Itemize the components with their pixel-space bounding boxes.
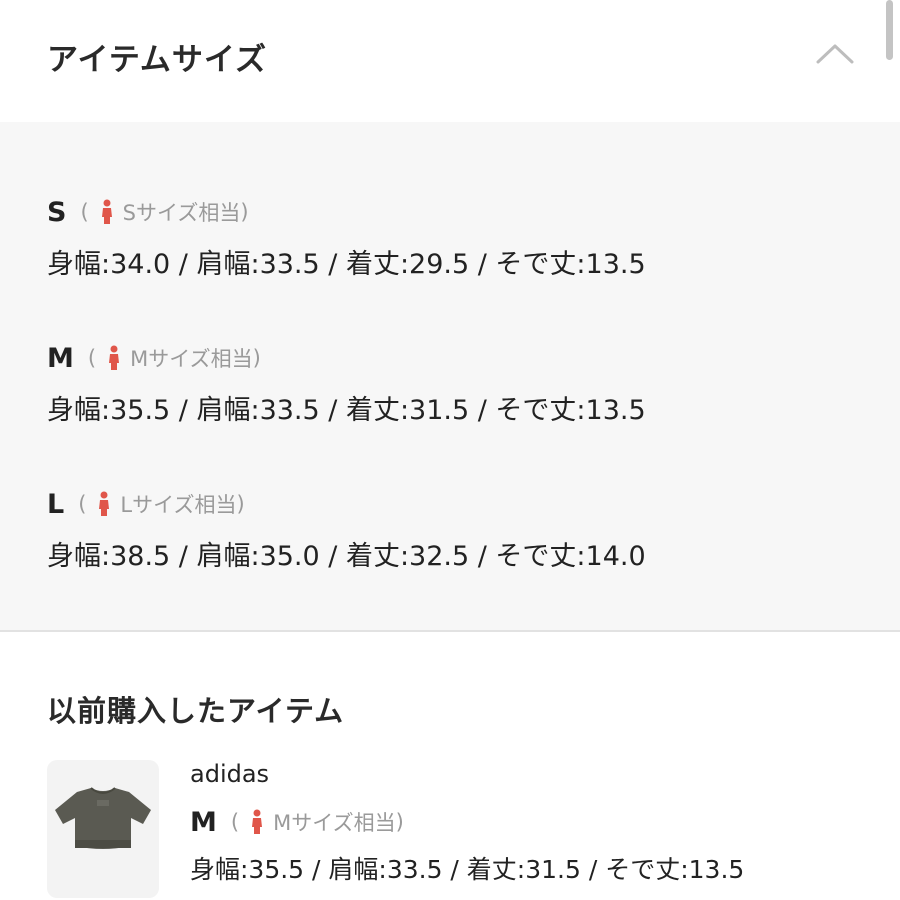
person-icon [109,345,120,370]
open-paren: ( [87,346,97,370]
size-equivalent: ( Sサイズ相当 ) [80,197,249,227]
product-brand: adidas [190,760,270,788]
product-thumbnail[interactable] [47,760,159,898]
previous-measurements: 身幅:35.5 / 肩幅:33.5 / 着丈:31.5 / そで丈:13.5 [190,855,745,884]
size-equivalent-text: Mサイズ相当 [130,347,253,371]
size-row-s: S ( Sサイズ相当 ) 身幅:34.0 / 肩幅:33.5 / 着丈:29.5… [47,192,646,281]
open-paren: ( [230,810,240,834]
size-label: M [190,806,217,838]
size-equivalent-text: Lサイズ相当 [120,493,237,517]
open-paren: ( [80,200,89,224]
previous-size-row: M ( Mサイズ相当 ) [190,802,404,842]
previous-purchase-section: 以前購入したアイテム adidas M ( Mサイズ相当 ) 身幅:35.5 /… [0,632,900,900]
open-paren: ( [78,492,87,516]
size-label: S [47,196,67,228]
person-icon [99,491,110,516]
close-paren: ) [252,346,261,370]
size-equivalent: ( Lサイズ相当 ) [78,489,245,519]
chevron-up-icon[interactable] [812,38,858,68]
previous-purchase-title: 以前購入したアイテム [47,694,345,728]
size-measurements: 身幅:34.0 / 肩幅:33.5 / 着丈:29.5 / そで丈:13.5 [47,249,646,280]
item-size-header[interactable]: アイテムサイズ [0,0,900,122]
size-equivalent: ( Mサイズ相当 ) [231,807,404,837]
crop-top-image [55,787,151,849]
size-equivalent-text: Mサイズ相当 [273,811,396,835]
size-measurements: 身幅:38.5 / 肩幅:35.0 / 着丈:32.5 / そで丈:14.0 [47,541,646,572]
close-paren: ) [240,200,249,224]
size-measurements: 身幅:35.5 / 肩幅:33.5 / 着丈:31.5 / そで丈:13.5 [47,395,646,426]
close-paren: ) [395,810,404,834]
scrollbar[interactable] [886,0,893,60]
size-label: L [47,488,65,520]
size-list-panel: S ( Sサイズ相当 ) 身幅:34.0 / 肩幅:33.5 / 着丈:29.5… [0,122,900,630]
section-title: アイテムサイズ [47,42,267,78]
size-row-l: L ( Lサイズ相当 ) 身幅:38.5 / 肩幅:35.0 / 着丈:32.5… [47,484,646,573]
size-label: M [47,342,74,374]
close-paren: ) [236,492,245,516]
size-equivalent: ( Mサイズ相当 ) [88,343,261,373]
size-row-m: M ( Mサイズ相当 ) 身幅:35.5 / 肩幅:33.5 / 着丈:31.5… [47,338,646,427]
person-icon [252,809,263,834]
person-icon [101,199,112,224]
size-equivalent-text: Sサイズ相当 [122,201,241,225]
